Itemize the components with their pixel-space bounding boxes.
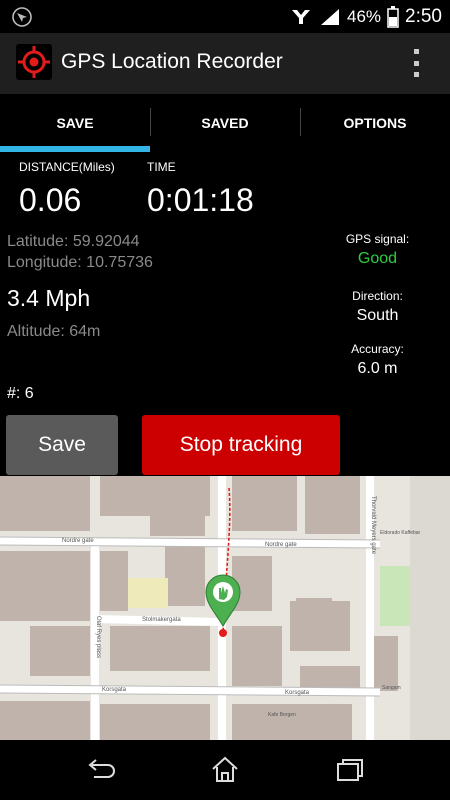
gps-icon <box>12 7 32 27</box>
crosshair-icon[interactable] <box>16 44 52 80</box>
tab-saved[interactable]: SAVED <box>150 94 300 152</box>
map-view[interactable]: Nordre gate Nordre gate Stolmakergata Ko… <box>0 476 450 740</box>
latitude: Latitude: 59.92044 <box>7 233 140 250</box>
street-label-olaf: Olaf Ryes plass <box>95 616 101 658</box>
accuracy-value: 6.0 m <box>357 360 398 377</box>
nfc-icon <box>291 9 310 24</box>
status-bar: 46% 2:50 <box>0 0 450 33</box>
street-label-nordre: Nordre gate <box>62 538 94 544</box>
distance-value: 0.06 <box>19 182 82 218</box>
street-label-nordre-right: Nordre gate <box>265 542 297 548</box>
clock: 2:50 <box>405 5 442 27</box>
speed-value: 3.4 Mph <box>7 285 91 311</box>
nav-bar <box>0 740 450 800</box>
point-count: #: 6 <box>7 385 34 402</box>
recents-icon[interactable] <box>334 754 366 786</box>
back-icon[interactable] <box>84 754 116 786</box>
current-position-dot <box>219 629 227 637</box>
app-title: GPS Location Recorder <box>61 50 283 73</box>
longitude: Longitude: 10.75736 <box>7 254 153 271</box>
tab-save[interactable]: SAVE <box>0 94 150 152</box>
map-canvas: Nordre gate Nordre gate Stolmakergata Ko… <box>0 476 450 740</box>
street-label-thorvald: Thorvald Meyers gate <box>370 496 376 555</box>
poi-kafe: Kafe Bergen <box>268 712 296 718</box>
gps-signal-label: GPS signal: <box>345 232 410 246</box>
poi-sangam: Sangam <box>382 685 401 691</box>
altitude: Altitude: 64m <box>7 323 101 340</box>
overflow-menu-icon[interactable] <box>414 49 420 77</box>
accuracy-label: Accuracy: <box>351 342 404 356</box>
battery-percent: 46% <box>346 6 382 26</box>
signal-icon <box>320 8 339 25</box>
street-label-korsgata-right: Korsgata <box>285 690 310 696</box>
app-bar: GPS Location Recorder <box>0 33 450 94</box>
tab-options[interactable]: OPTIONS <box>300 94 450 152</box>
time-label: TIME <box>147 160 176 174</box>
poi-eldorado: Eldorado Kaffebar <box>380 530 421 536</box>
street-label-stolmakergata: Stolmakergata <box>142 617 181 623</box>
stop-tracking-button[interactable]: Stop tracking <box>142 415 340 475</box>
direction-value: South <box>356 307 399 324</box>
street-label-korsgata-left: Korsgata <box>102 687 127 693</box>
battery-icon <box>387 5 399 28</box>
direction-label: Direction: <box>352 289 403 303</box>
tab-bar: SAVE SAVED OPTIONS <box>0 94 450 152</box>
gps-signal-value: Good <box>357 250 398 267</box>
distance-label: DISTANCE(Miles) <box>19 160 115 174</box>
save-button[interactable]: Save <box>6 415 118 475</box>
home-icon[interactable] <box>209 754 241 786</box>
time-value: 0:01:18 <box>147 182 254 218</box>
